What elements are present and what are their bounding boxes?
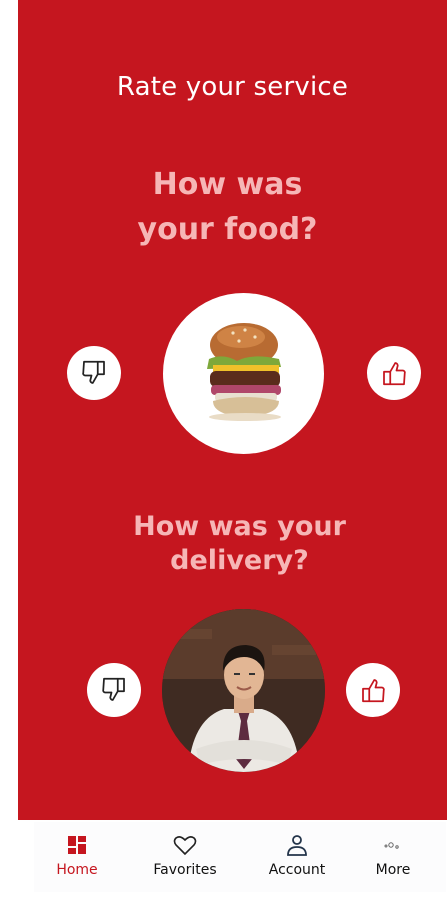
food-thumbs-down-button[interactable] <box>67 346 121 400</box>
nav-label-account: Account <box>268 862 326 878</box>
thumbs-down-icon <box>102 677 125 701</box>
food-image <box>163 293 324 454</box>
rating-screen: Rate your service How was your food? How… <box>18 0 447 820</box>
nav-item-account[interactable]: Account <box>259 832 335 878</box>
heart-icon <box>173 836 197 856</box>
nav-item-favorites[interactable]: Favorites <box>140 832 230 878</box>
delivery-person-photo <box>162 609 325 772</box>
thumbs-up-icon <box>362 679 385 703</box>
delivery-thumbs-up-button[interactable] <box>346 663 400 717</box>
delivery-question: How was your delivery? <box>133 511 346 576</box>
user-icon <box>287 835 307 856</box>
bottom-nav: Home Favorites Account More <box>34 822 446 892</box>
food-question: How was your food? <box>137 167 318 247</box>
dashboard-icon <box>68 836 86 854</box>
thumbs-down-icon <box>82 360 105 384</box>
nav-item-home[interactable]: Home <box>44 832 110 878</box>
more-icon <box>384 842 399 849</box>
nav-label-more: More <box>375 862 411 878</box>
thumbs-up-icon <box>383 362 406 386</box>
nav-label-favorites: Favorites <box>153 862 217 878</box>
food-thumbs-up-button[interactable] <box>367 346 421 400</box>
nav-item-more[interactable]: More <box>364 832 422 878</box>
delivery-thumbs-down-button[interactable] <box>87 663 141 717</box>
page-title: Rate your service <box>116 72 349 102</box>
nav-label-home: Home <box>56 862 98 878</box>
